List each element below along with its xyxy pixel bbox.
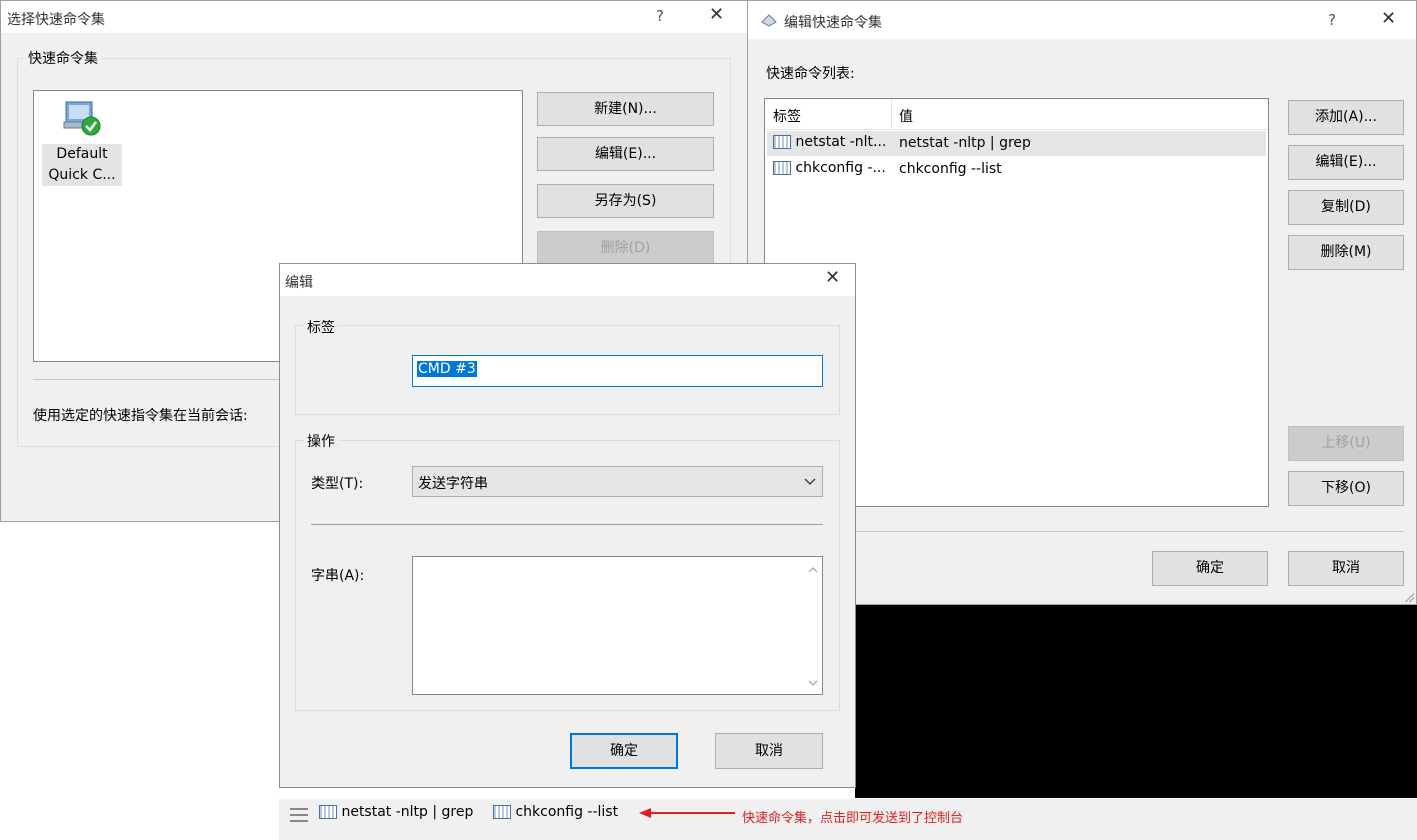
edit-button[interactable]: 编辑(E)... bbox=[537, 137, 714, 171]
keyboard-icon bbox=[493, 805, 511, 819]
quick-command-bar: netstat -nltp | grep chkconfig --list 快速… bbox=[279, 799, 1417, 840]
title-bar: 编辑 ✕ bbox=[280, 264, 855, 296]
resize-grip-icon[interactable] bbox=[1404, 592, 1414, 602]
quick-command-item[interactable]: chkconfig --list bbox=[493, 804, 618, 820]
scroll-up-icon[interactable] bbox=[808, 567, 818, 573]
column-header-value[interactable]: 值 bbox=[899, 106, 913, 126]
column-header-tag[interactable]: 标签 bbox=[773, 106, 801, 126]
keyboard-icon bbox=[773, 161, 791, 175]
command-set-icon bbox=[63, 101, 101, 136]
table-row[interactable]: chkconfig -... chkconfig --list bbox=[767, 157, 1266, 182]
delete-button[interactable]: 删除(D) bbox=[537, 231, 714, 265]
list-header: 标签 值 bbox=[765, 99, 1268, 130]
tag-input-value: CMD #3 bbox=[417, 361, 477, 377]
new-button[interactable]: 新建(N)... bbox=[537, 92, 714, 126]
quick-command-item[interactable]: netstat -nltp | grep bbox=[319, 804, 473, 820]
apply-text: 使用选定的快速指令集在当前会话: bbox=[33, 408, 248, 424]
close-icon[interactable]: ✕ bbox=[825, 267, 840, 288]
annotation-text: 快速命令集，点击即可发送到了控制台 bbox=[742, 811, 964, 826]
delete-button[interactable]: 删除(M) bbox=[1288, 235, 1404, 270]
tag-group-label: 标签 bbox=[304, 317, 338, 337]
divider bbox=[856, 531, 1404, 532]
string-label: 字串(A): bbox=[311, 568, 365, 584]
divider bbox=[311, 524, 823, 525]
help-icon[interactable]: ? bbox=[1328, 11, 1336, 29]
ok-button[interactable]: 确定 bbox=[1152, 551, 1268, 586]
help-icon[interactable]: ? bbox=[656, 7, 664, 25]
save-as-button[interactable]: 另存为(S) bbox=[537, 184, 714, 218]
column-divider bbox=[891, 99, 892, 129]
scrollbar[interactable] bbox=[804, 557, 822, 694]
add-button[interactable]: 添加(A)... bbox=[1288, 100, 1404, 135]
chevron-down-icon bbox=[804, 478, 816, 485]
keyboard-icon bbox=[319, 805, 337, 819]
close-icon[interactable]: ✕ bbox=[709, 4, 724, 25]
list-label: 快速命令列表: bbox=[766, 66, 855, 82]
divider bbox=[33, 379, 283, 380]
scroll-down-icon[interactable] bbox=[808, 680, 818, 686]
list-item[interactable]: Default Quick C... bbox=[42, 94, 122, 186]
tag-input[interactable]: CMD #3 bbox=[412, 355, 823, 387]
string-textarea[interactable] bbox=[412, 556, 823, 695]
type-label: 类型(T): bbox=[311, 476, 364, 492]
dialog-title: 选择快速命令集 bbox=[7, 12, 105, 28]
move-down-button[interactable]: 下移(O) bbox=[1288, 471, 1404, 506]
title-bar: 编辑快速命令集 ? ✕ bbox=[748, 1, 1416, 39]
title-bar: 选择快速命令集 ? ✕ bbox=[1, 1, 747, 33]
keyboard-icon bbox=[773, 135, 791, 149]
app-icon bbox=[761, 14, 777, 27]
type-select-value: 发送字符串 bbox=[418, 476, 488, 492]
dialog-title: 编辑 bbox=[285, 275, 313, 291]
annotation-arrow bbox=[639, 808, 735, 818]
close-icon[interactable]: ✕ bbox=[1381, 8, 1396, 29]
table-row[interactable]: netstat -nlt... netstat -nltp | grep bbox=[767, 131, 1266, 156]
type-select[interactable]: 发送字符串 bbox=[412, 466, 823, 497]
edit-button[interactable]: 编辑(E)... bbox=[1288, 145, 1404, 180]
dialog-title: 编辑快速命令集 bbox=[784, 15, 882, 31]
cancel-button[interactable]: 取消 bbox=[1288, 551, 1404, 586]
item-label: Default Quick C... bbox=[42, 144, 122, 186]
operation-group-label: 操作 bbox=[304, 431, 338, 451]
ok-button[interactable]: 确定 bbox=[570, 733, 678, 769]
menu-icon[interactable] bbox=[290, 808, 308, 822]
cancel-button[interactable]: 取消 bbox=[715, 733, 823, 769]
edit-command-dialog: 编辑 ✕ 标签 CMD #3 操作 类型(T): 发送字符串 字串(A): 确定… bbox=[279, 263, 856, 788]
move-up-button[interactable]: 上移(U) bbox=[1288, 426, 1404, 461]
terminal-area bbox=[855, 600, 1417, 798]
group-label: 快速命令集 bbox=[25, 48, 101, 68]
copy-button[interactable]: 复制(D) bbox=[1288, 190, 1404, 225]
